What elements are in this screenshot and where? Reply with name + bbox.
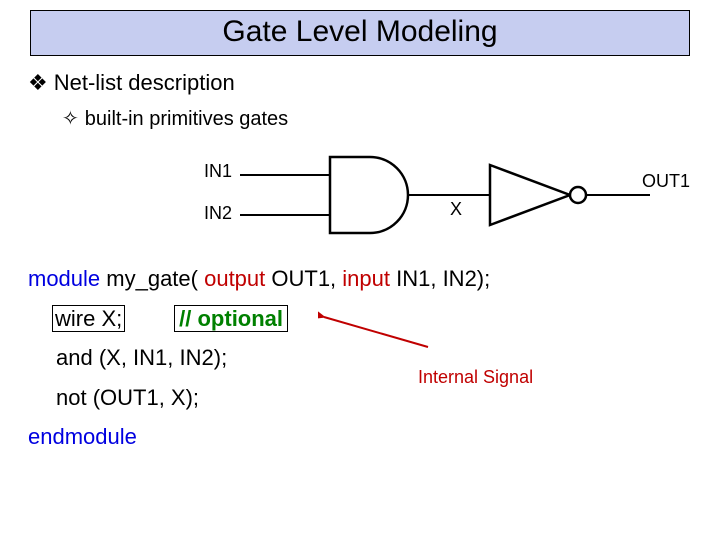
annotation-arrow-icon xyxy=(318,311,438,351)
label-x: X xyxy=(450,199,462,220)
kw-module: module xyxy=(28,266,100,291)
diamond-open-bullet-icon: ✧ xyxy=(62,108,79,130)
output-sig: OUT1, xyxy=(265,266,342,291)
circuit-diagram: IN1 IN2 X OUT1 xyxy=(30,137,690,257)
verilog-code: module my_gate( output OUT1, input IN1, … xyxy=(28,259,720,457)
endmodule-line: endmodule xyxy=(28,417,720,457)
annotation-text: Internal Signal xyxy=(418,361,533,393)
label-in2: IN2 xyxy=(204,203,232,224)
bullet2-text: built-in primitives gates xyxy=(85,108,288,130)
input-sig: IN1, IN2); xyxy=(390,266,490,291)
not-line: not (OUT1, X); xyxy=(56,378,720,418)
bullet1-text: Net-list description xyxy=(54,70,235,95)
module-line: module my_gate( output OUT1, input IN1, … xyxy=(28,259,720,299)
module-name: my_gate( xyxy=(100,266,204,291)
bullet-level2: ✧ built-in primitives gates xyxy=(62,106,720,131)
bullet-level1: ❖Net-list description xyxy=(28,70,720,96)
slide-title: Gate Level Modeling xyxy=(222,15,497,48)
label-in1: IN1 xyxy=(204,161,232,182)
gates-svg xyxy=(30,137,690,257)
label-out1: OUT1 xyxy=(642,171,690,192)
comment-box: // optional xyxy=(174,305,288,332)
wire-decl-box: wire X; xyxy=(52,305,125,332)
title-bar: Gate Level Modeling xyxy=(30,10,690,56)
diamond-bullet-icon: ❖ xyxy=(28,70,48,95)
kw-input: input xyxy=(342,266,390,291)
kw-output: output xyxy=(204,266,265,291)
